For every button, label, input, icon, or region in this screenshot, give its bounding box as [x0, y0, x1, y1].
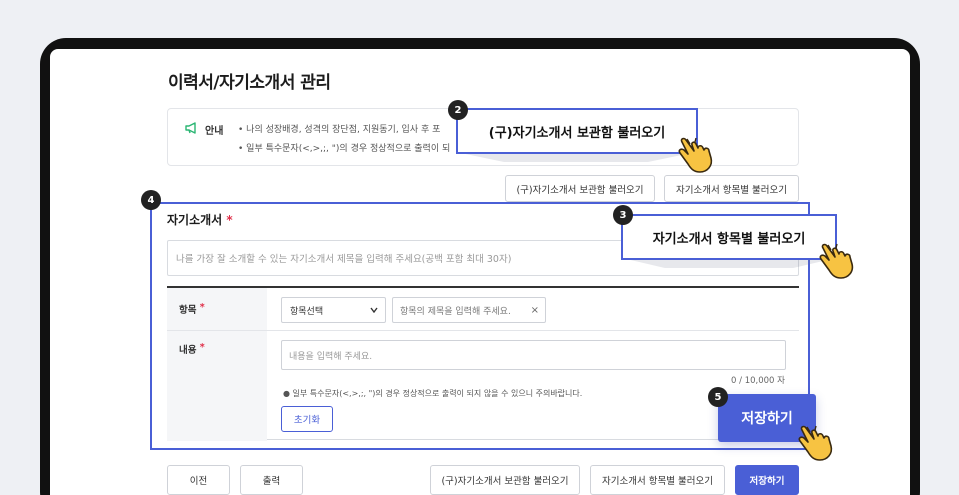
pointing-hand-icon — [798, 425, 833, 461]
pointing-hand-icon — [678, 137, 713, 173]
callout-load-by-item: 자기소개서 항목별 불러오기 — [621, 214, 837, 260]
notice-line-1: • 나의 성장배경, 성격의 장단점, 지원동기, 입사 후 포 — [238, 125, 441, 135]
step-badge-3: 3 — [613, 205, 633, 225]
bottom-load-archive-button[interactable]: (구)자기소개서 보관함 불러오기 — [430, 465, 580, 495]
callout-load-archive: (구)자기소개서 보관함 불러오기 — [456, 108, 698, 154]
bottom-load-by-item-button[interactable]: 자기소개서 항목별 불러오기 — [590, 465, 725, 495]
prev-button[interactable]: 이전 — [167, 465, 230, 495]
notice-line-2: • 일부 특수문자(<,>,;, ")의 경우 정상적으로 출력이 되 — [238, 144, 451, 154]
megaphone-icon — [185, 122, 196, 134]
pointing-hand-icon — [819, 243, 854, 279]
page-title: 이력서/자기소개서 관리 — [168, 73, 331, 93]
print-button[interactable]: 출력 — [240, 465, 303, 495]
save-button[interactable]: 저장하기 — [735, 465, 799, 495]
step-badge-2: 2 — [448, 100, 468, 120]
step-badge-5: 5 — [708, 387, 728, 407]
load-by-item-button[interactable]: 자기소개서 항목별 불러오기 — [664, 175, 799, 202]
load-archive-button[interactable]: (구)자기소개서 보관함 불러오기 — [505, 175, 655, 202]
step-badge-4: 4 — [141, 190, 161, 210]
notice-label: 안내 — [205, 126, 224, 137]
